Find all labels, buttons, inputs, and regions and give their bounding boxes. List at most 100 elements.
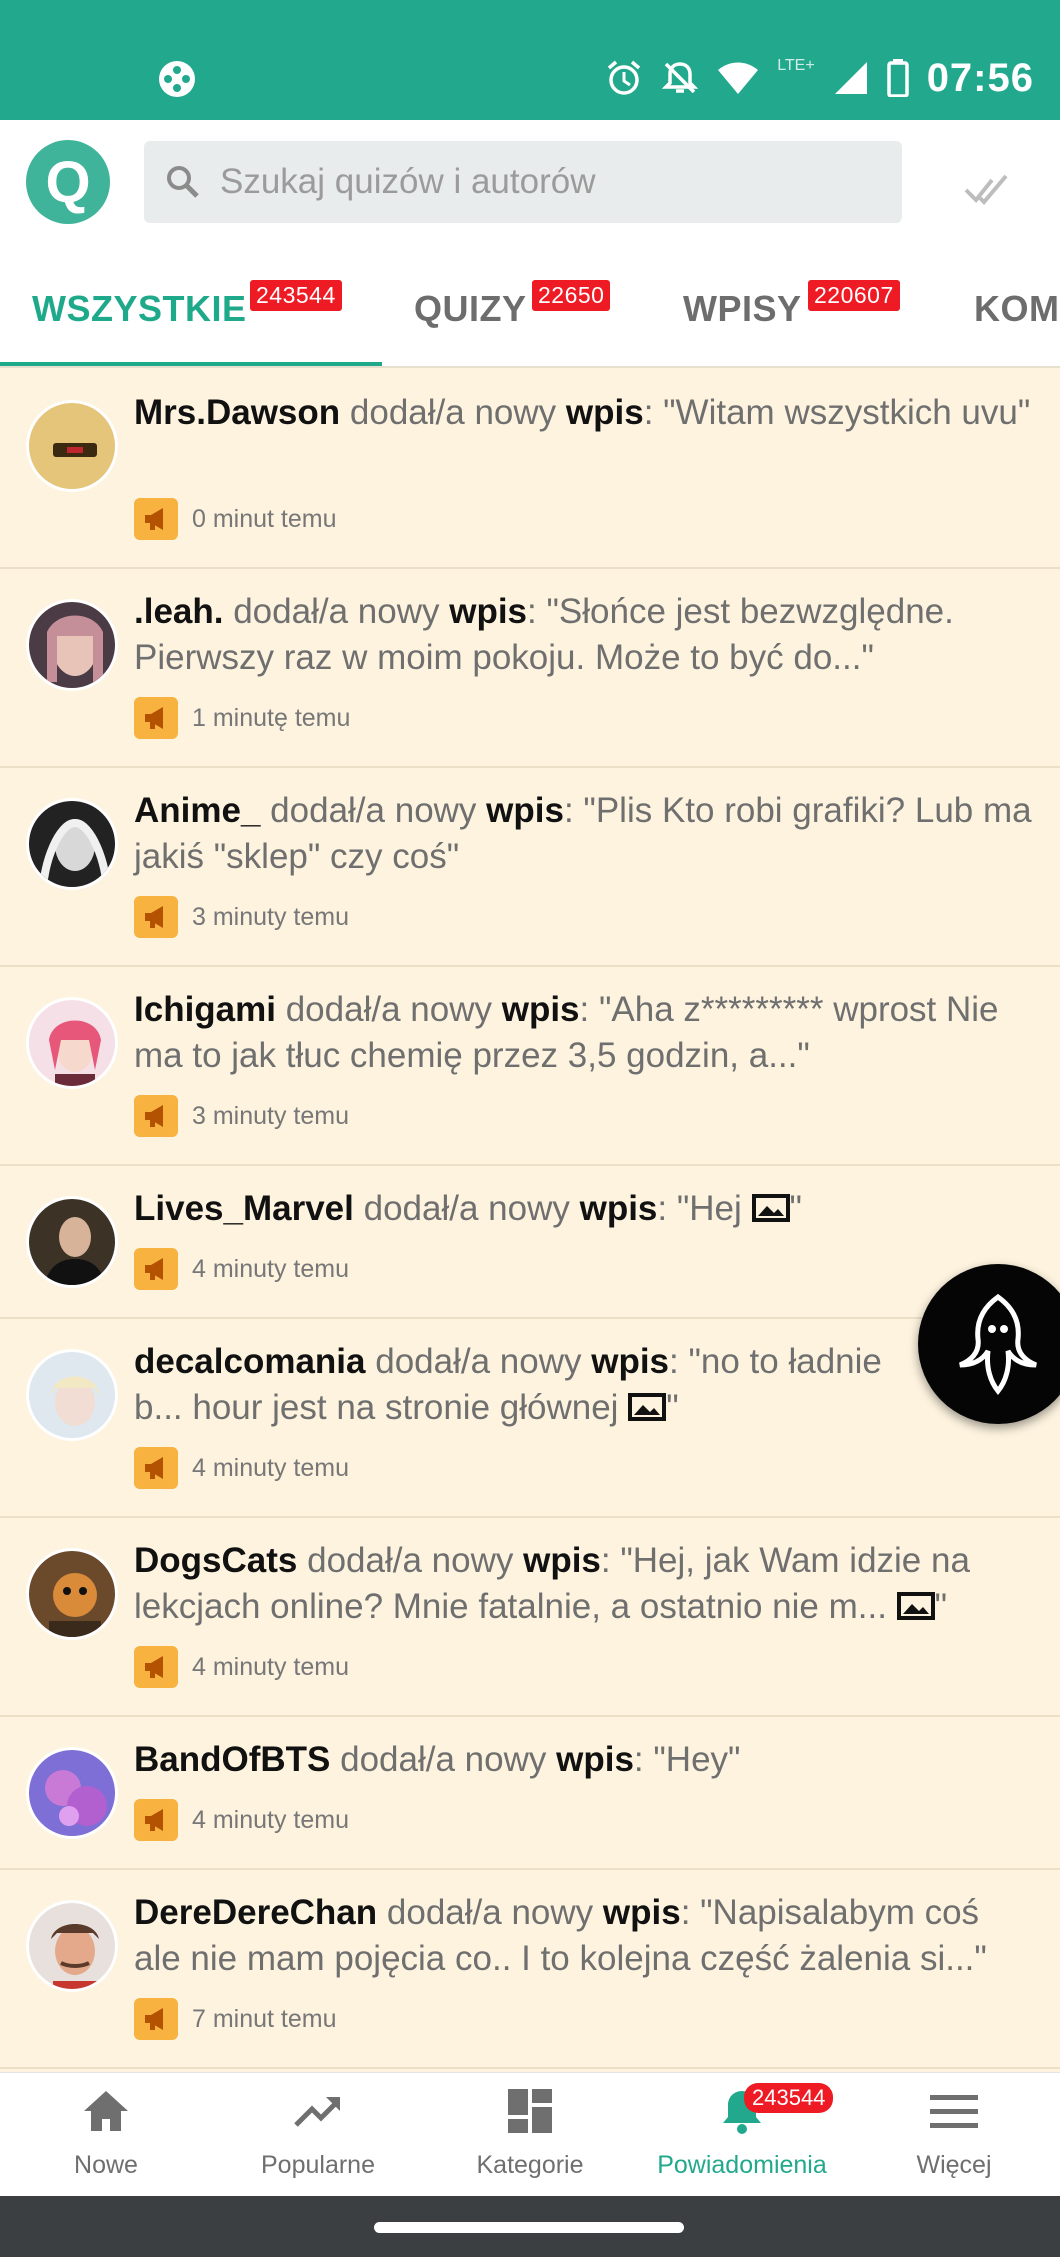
- app-header: Q Szukaj quizów i autorów: [0, 120, 1060, 248]
- timestamp: 1 minutę temu: [192, 703, 351, 732]
- feed-text: .leah. dodał/a nowy wpis: "Słońce jest b…: [134, 592, 954, 677]
- notification-feed: Mrs.Dawson dodał/a nowy wpis: "Witam wsz…: [0, 370, 1060, 2069]
- megaphone-icon: [134, 1799, 178, 1841]
- avatar[interactable]: [26, 400, 118, 492]
- feed-text: Lives_Marvel dodał/a nowy wpis: "Hej ": [134, 1189, 802, 1228]
- avatar[interactable]: [26, 1747, 118, 1839]
- tab-komentarze[interactable]: KOM: [974, 248, 1060, 366]
- username: Lives_Marvel: [134, 1189, 354, 1228]
- feed-item[interactable]: Ichigami dodał/a nowy wpis: "Aha z******…: [0, 967, 1060, 1166]
- feed-item[interactable]: DereDereChan dodał/a nowy wpis: "Napisal…: [0, 1870, 1060, 2069]
- feed-meta: 4 minuty temu: [134, 1799, 349, 1841]
- mark-all-read-icon[interactable]: [962, 162, 1010, 210]
- notifications-off-icon: [661, 62, 699, 94]
- megaphone-icon: [134, 498, 178, 540]
- app-logo[interactable]: Q: [26, 140, 110, 224]
- tab-count-badge: 243544: [250, 280, 342, 311]
- feed-item[interactable]: .leah. dodał/a nowy wpis: "Słońce jest b…: [0, 569, 1060, 768]
- search-input[interactable]: Szukaj quizów i autorów: [220, 162, 595, 202]
- nav-label: Kategorie: [476, 2151, 584, 2179]
- nav-kategorie[interactable]: Kategorie: [424, 2073, 636, 2197]
- timestamp: 0 minut temu: [192, 504, 337, 533]
- username: Ichigami: [134, 990, 276, 1029]
- avatar[interactable]: [26, 599, 118, 691]
- nav-label: Popularne: [261, 2151, 375, 2179]
- wifi-icon: [718, 62, 759, 94]
- username: Mrs.Dawson: [134, 393, 341, 432]
- username: .leah.: [134, 592, 224, 631]
- feed-item[interactable]: Lives_Marvel dodał/a nowy wpis: "Hej " 4…: [0, 1166, 1060, 1319]
- megaphone-icon: [134, 697, 178, 739]
- feed-item[interactable]: Mrs.Dawson dodał/a nowy wpis: "Witam wsz…: [0, 370, 1060, 569]
- username: decalcomania: [134, 1342, 366, 1381]
- avatar[interactable]: [26, 1349, 118, 1441]
- cellular-signal-icon: [834, 62, 867, 94]
- feed-item[interactable]: decalcomania dodał/a nowy wpis: "no to ł…: [0, 1319, 1060, 1518]
- tab-quizy[interactable]: QUIZY 22650: [414, 248, 654, 366]
- avatar[interactable]: [26, 798, 118, 890]
- feed-item[interactable]: Anime_ dodał/a nowy wpis: "Plis Kto robi…: [0, 768, 1060, 967]
- timestamp: 4 minuty temu: [192, 1805, 350, 1834]
- feed-text: Mrs.Dawson dodał/a nowy wpis: "Witam wsz…: [134, 393, 1031, 432]
- avatar[interactable]: [26, 1900, 118, 1992]
- dragon-icon: [958, 1293, 1038, 1396]
- nav-label: Nowe: [74, 2151, 138, 2179]
- feed-meta: 4 minuty temu: [134, 1248, 349, 1290]
- timestamp: 7 minut temu: [192, 2004, 337, 2033]
- feed-meta: 4 minuty temu: [134, 1646, 349, 1688]
- notification-count-badge: 243544: [744, 2083, 834, 2113]
- feed-text: BandOfBTS dodał/a nowy wpis: "Hey": [134, 1740, 741, 1779]
- feed-text: Anime_ dodał/a nowy wpis: "Plis Kto robi…: [134, 791, 1032, 876]
- gamepad-icon: [159, 61, 195, 97]
- nav-popularne[interactable]: Popularne: [212, 2073, 424, 2197]
- feed-meta: 7 minut temu: [134, 1998, 337, 2040]
- tab-label: KOM: [974, 288, 1060, 329]
- tab-label: QUIZY: [414, 288, 527, 329]
- nav-label: Powiadomienia: [657, 2151, 827, 2179]
- megaphone-icon: [134, 1447, 178, 1489]
- feed-meta: 4 minuty temu: [134, 1447, 349, 1489]
- grid-icon: [508, 2089, 552, 2133]
- network-type: LTE+: [777, 57, 815, 74]
- username: BandOfBTS: [134, 1740, 331, 1779]
- feed-meta: 3 minuty temu: [134, 1095, 349, 1137]
- timestamp: 4 minuty temu: [192, 1254, 350, 1283]
- avatar[interactable]: [26, 1548, 118, 1640]
- image-icon: [751, 1194, 790, 1222]
- tab-count-badge: 220607: [808, 280, 900, 311]
- bottom-navigation: Nowe Popularne Kategorie 243544 Powiadom…: [0, 2072, 1060, 2196]
- username: DereDereChan: [134, 1893, 378, 1932]
- tab-label: WSZYSTKIE: [32, 288, 247, 329]
- avatar[interactable]: [26, 997, 118, 1089]
- feed-text: decalcomania dodał/a nowy wpis: "no to ł…: [134, 1342, 882, 1427]
- feed-text: Ichigami dodał/a nowy wpis: "Aha z******…: [134, 990, 999, 1075]
- username: DogsCats: [134, 1541, 298, 1580]
- nav-powiadomienia[interactable]: 243544 Powiadomienia: [636, 2073, 848, 2197]
- tab-count-badge: 22650: [532, 280, 611, 311]
- tab-wpisy[interactable]: WPISY 220607: [683, 248, 943, 366]
- clock: 07:56: [926, 55, 1034, 100]
- feed-meta: 1 minutę temu: [134, 697, 350, 739]
- timestamp: 3 minuty temu: [192, 902, 350, 931]
- image-icon: [896, 1592, 935, 1620]
- nav-wiecej[interactable]: Więcej: [848, 2073, 1060, 2197]
- search-bar[interactable]: Szukaj quizów i autorów: [144, 141, 902, 223]
- system-navigation-bar: [0, 2196, 1060, 2257]
- feed-item[interactable]: DogsCats dodał/a nowy wpis: "Hej, jak Wa…: [0, 1518, 1060, 1717]
- avatar[interactable]: [26, 1196, 118, 1288]
- search-icon: [167, 166, 199, 198]
- battery-icon: [886, 59, 909, 97]
- feed-text: DogsCats dodał/a nowy wpis: "Hej, jak Wa…: [134, 1541, 970, 1626]
- image-icon: [628, 1393, 667, 1421]
- nav-label: Więcej: [916, 2151, 992, 2179]
- nav-nowe[interactable]: Nowe: [0, 2073, 212, 2197]
- megaphone-icon: [134, 896, 178, 938]
- tab-wszystkie[interactable]: WSZYSTKIE 243544: [32, 248, 362, 366]
- notification-tabs: WSZYSTKIE 243544 QUIZY 22650 WPISY 22060…: [0, 248, 1060, 368]
- home-gesture-handle[interactable]: [374, 2222, 684, 2233]
- menu-icon: [930, 2095, 978, 2128]
- megaphone-icon: [134, 1248, 178, 1290]
- feed-item[interactable]: BandOfBTS dodał/a nowy wpis: "Hey" 4 min…: [0, 1717, 1060, 1870]
- feed-text: DereDereChan dodał/a nowy wpis: "Napisal…: [134, 1893, 987, 1978]
- active-tab-indicator: [0, 362, 382, 366]
